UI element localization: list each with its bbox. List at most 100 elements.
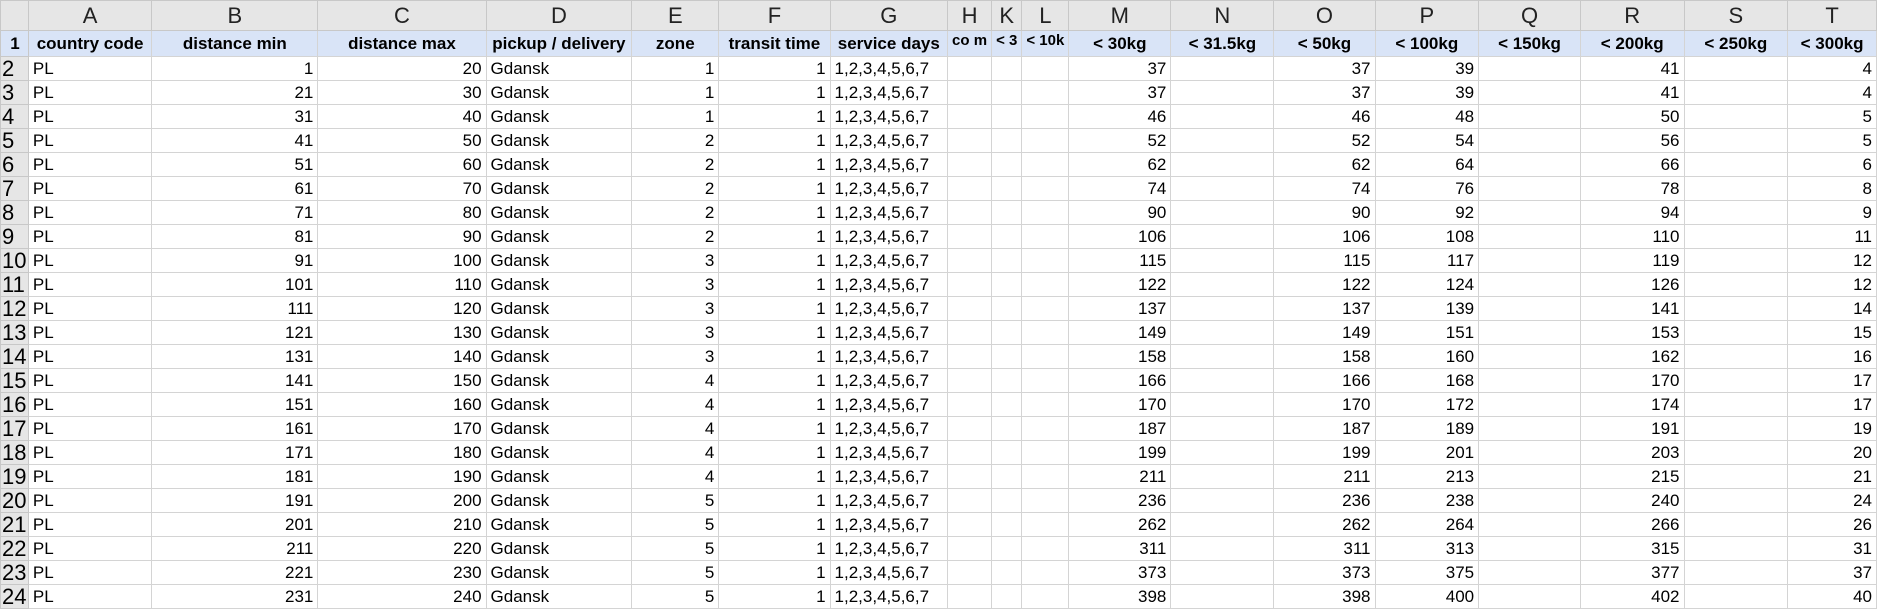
cell[interactable]: 4 [631, 392, 720, 417]
cell[interactable]: 115 [1068, 248, 1172, 273]
cell[interactable]: PL [27, 584, 153, 609]
cell[interactable] [947, 104, 993, 129]
cell[interactable]: 4 [631, 464, 720, 489]
cell[interactable] [1478, 464, 1581, 489]
cell[interactable]: 170 [1579, 368, 1685, 393]
cell[interactable] [991, 560, 1023, 585]
cell[interactable]: 20 [317, 56, 487, 81]
cell-header[interactable]: < 250kg [1683, 30, 1789, 57]
cell[interactable]: 3 [631, 248, 720, 273]
cell[interactable]: Gdansk [485, 512, 633, 537]
cell[interactable] [991, 176, 1023, 201]
cell[interactable] [1021, 368, 1070, 393]
cell[interactable]: 41 [1579, 56, 1685, 81]
cell[interactable] [991, 584, 1023, 609]
row-header[interactable]: 18 [0, 440, 29, 465]
cell[interactable]: 236 [1273, 488, 1376, 513]
cell[interactable] [1021, 416, 1070, 441]
cell[interactable] [1683, 152, 1789, 177]
cell[interactable]: 111 [151, 296, 319, 321]
cell-header[interactable]: < 31.5kg [1170, 30, 1275, 57]
cell[interactable]: 211 [1273, 464, 1376, 489]
cell[interactable]: 1,2,3,4,5,6,7 [829, 440, 949, 465]
cell[interactable]: 187 [1068, 416, 1172, 441]
cell[interactable] [1478, 536, 1581, 561]
row-header[interactable]: 13 [0, 320, 29, 345]
cell[interactable] [1478, 344, 1581, 369]
cell[interactable] [1683, 416, 1789, 441]
cell[interactable] [991, 248, 1023, 273]
cell[interactable]: 90 [1068, 200, 1172, 225]
cell[interactable]: 1 [718, 344, 831, 369]
cell[interactable] [1021, 152, 1070, 177]
cell[interactable]: 21 [1787, 464, 1877, 489]
cell-header[interactable]: < 50kg [1273, 30, 1376, 57]
cell[interactable]: 19 [1787, 416, 1877, 441]
cell[interactable]: 2 [631, 152, 720, 177]
cell[interactable]: PL [27, 104, 153, 129]
cell[interactable]: 108 [1374, 224, 1480, 249]
cell[interactable]: PL [27, 224, 153, 249]
cell[interactable]: 1 [718, 368, 831, 393]
cell[interactable]: 1,2,3,4,5,6,7 [829, 320, 949, 345]
cell[interactable] [1478, 104, 1581, 129]
cell[interactable] [947, 512, 993, 537]
cell[interactable]: 1,2,3,4,5,6,7 [829, 392, 949, 417]
cell[interactable] [991, 344, 1023, 369]
cell[interactable]: 203 [1579, 440, 1685, 465]
cell-header[interactable]: transit time [718, 30, 831, 57]
cell[interactable]: 166 [1273, 368, 1376, 393]
cell[interactable]: 201 [1374, 440, 1480, 465]
cell[interactable] [1021, 128, 1070, 153]
cell[interactable]: 4 [631, 440, 720, 465]
cell-header[interactable]: < 10k [1021, 30, 1070, 57]
cell[interactable]: Gdansk [485, 464, 633, 489]
cell[interactable] [947, 80, 993, 105]
cell[interactable]: 37 [1068, 80, 1172, 105]
cell[interactable]: 149 [1068, 320, 1172, 345]
cell[interactable]: 130 [317, 320, 487, 345]
cell[interactable]: PL [27, 248, 153, 273]
cell[interactable]: PL [27, 320, 153, 345]
cell[interactable]: 1,2,3,4,5,6,7 [829, 248, 949, 273]
column-header-r[interactable]: R [1579, 0, 1685, 31]
cell[interactable]: 137 [1273, 296, 1376, 321]
cell[interactable]: 137 [1068, 296, 1172, 321]
cell[interactable]: 1 [718, 416, 831, 441]
cell[interactable] [1021, 176, 1070, 201]
cell[interactable] [991, 464, 1023, 489]
cell[interactable]: 402 [1579, 584, 1685, 609]
cell[interactable]: 170 [1273, 392, 1376, 417]
cell[interactable] [1170, 512, 1275, 537]
cell-header[interactable]: < 3 [991, 30, 1023, 57]
cell[interactable]: 151 [151, 392, 319, 417]
cell[interactable] [1683, 512, 1789, 537]
cell[interactable]: 46 [1068, 104, 1172, 129]
cell[interactable] [947, 200, 993, 225]
cell[interactable]: 262 [1068, 512, 1172, 537]
cell[interactable] [1021, 80, 1070, 105]
cell[interactable] [1170, 56, 1275, 81]
cell[interactable]: 119 [1579, 248, 1685, 273]
cell[interactable] [1683, 176, 1789, 201]
cell[interactable] [1170, 344, 1275, 369]
cell[interactable] [1021, 392, 1070, 417]
row-header[interactable]: 12 [0, 296, 29, 321]
cell[interactable] [1478, 272, 1581, 297]
cell[interactable] [947, 584, 993, 609]
cell[interactable] [1683, 224, 1789, 249]
cell[interactable] [1683, 296, 1789, 321]
cell[interactable]: 122 [1068, 272, 1172, 297]
cell[interactable] [947, 56, 993, 81]
cell[interactable]: 311 [1273, 536, 1376, 561]
cell[interactable]: 1 [718, 440, 831, 465]
cell[interactable] [991, 152, 1023, 177]
cell[interactable]: 1,2,3,4,5,6,7 [829, 368, 949, 393]
cell-header[interactable]: < 150kg [1478, 30, 1581, 57]
cell[interactable]: PL [27, 488, 153, 513]
cell[interactable]: 41 [1579, 80, 1685, 105]
cell[interactable]: 62 [1068, 152, 1172, 177]
column-header-h[interactable]: H [947, 0, 993, 31]
cell[interactable]: 5 [631, 560, 720, 585]
cell[interactable]: Gdansk [485, 200, 633, 225]
